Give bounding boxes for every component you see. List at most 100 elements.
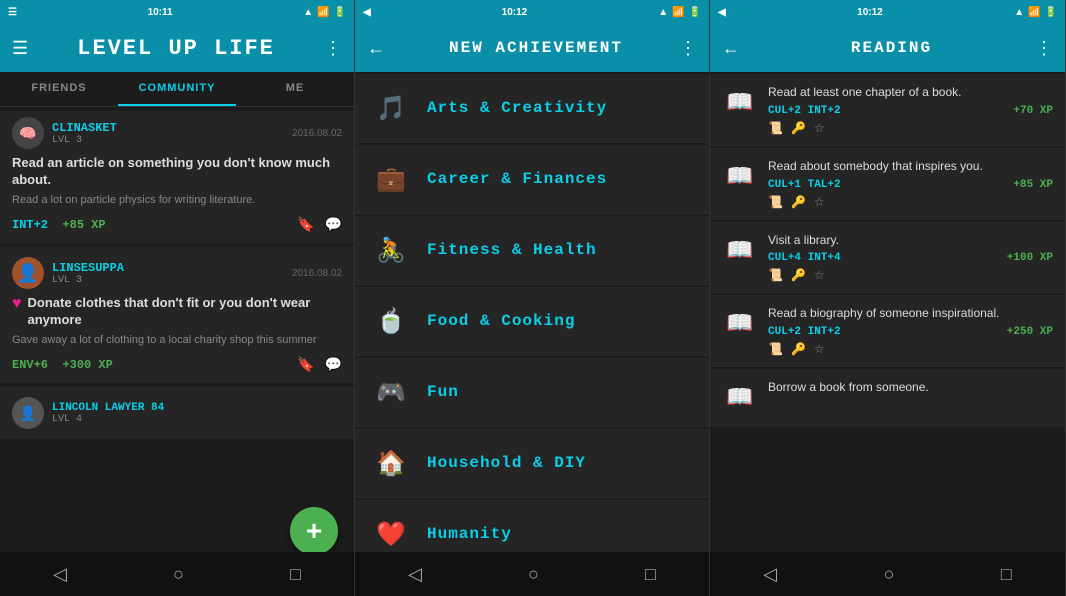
fab-button[interactable]: + bbox=[290, 507, 338, 552]
signal-icon-2: 📶 bbox=[672, 7, 684, 18]
phone-3: ◀ 10:12 ▲ 📶 🔋 ← READING ⋮ 📖 Read at leas… bbox=[710, 0, 1066, 596]
comment-icon-1[interactable]: 💬 bbox=[325, 216, 342, 233]
category-fitness[interactable]: 🚴 Fitness & Health bbox=[355, 216, 709, 285]
task-list[interactable]: 📖 Read at least one chapter of a book. C… bbox=[710, 72, 1065, 552]
feed-title-1: Read an article on something you don't k… bbox=[12, 155, 342, 189]
user-info-linsesuppa: Linsesuppa LVL 3 bbox=[52, 261, 292, 286]
back-button-2[interactable]: ← bbox=[367, 38, 385, 59]
recents-btn-3[interactable]: □ bbox=[981, 556, 1032, 593]
key-icon-1[interactable]: 🔑 bbox=[791, 121, 806, 135]
phone-2: ◀ 10:12 ▲ 📶 🔋 ← NEW ACHIEVEMENT ⋮ 🎵 Arts… bbox=[355, 0, 710, 596]
star-icon-1[interactable]: ☆ bbox=[814, 121, 825, 135]
recents-btn-1[interactable]: □ bbox=[270, 556, 321, 593]
menu-icon[interactable]: ☰ bbox=[12, 38, 28, 59]
food-label: Food & Cooking bbox=[427, 312, 575, 330]
task-actions-2: 📜 🔑 ☆ bbox=[768, 195, 1053, 209]
bottom-nav-1: ◁ ○ □ bbox=[0, 552, 354, 596]
feed-title-2: Donate clothes that don't fit or you don… bbox=[28, 295, 343, 329]
tab-community[interactable]: COMMUNITY bbox=[118, 72, 236, 106]
category-arts[interactable]: 🎵 Arts & Creativity bbox=[355, 74, 709, 143]
scroll-icon-4[interactable]: 📜 bbox=[768, 342, 783, 356]
avatar-linsesuppa: 👤 bbox=[12, 257, 44, 289]
task-content-1: Read at least one chapter of a book. CUL… bbox=[768, 84, 1053, 135]
fab-plus-icon: + bbox=[306, 515, 322, 547]
task-4[interactable]: 📖 Read a biography of someone inspiratio… bbox=[710, 295, 1065, 367]
battery-icon-2: 🔋 bbox=[689, 7, 701, 18]
feed-scroll[interactable]: 🧠 Clinasket LVL 3 2016.08.02 Read an art… bbox=[0, 107, 354, 552]
category-household[interactable]: 🏠 Household & DIY bbox=[355, 429, 709, 498]
feed-item-lincoln: 👤 Lincoln Lawyer 84 LVL 4 bbox=[0, 387, 354, 439]
recents-btn-2[interactable]: □ bbox=[625, 556, 676, 593]
wifi-icon: ▲ bbox=[303, 7, 313, 18]
humanity-icon: ❤️ bbox=[371, 514, 411, 552]
back-btn-3[interactable]: ◁ bbox=[743, 556, 797, 593]
key-icon-3[interactable]: 🔑 bbox=[791, 268, 806, 282]
task-stats-4: CUL+2 INT+2 +250 XP bbox=[768, 326, 1053, 338]
app-title: LEVEL UP LIFE bbox=[28, 36, 324, 61]
app-bar-3: ← READING ⋮ bbox=[710, 24, 1065, 72]
avatar-lincoln: 👤 bbox=[12, 397, 44, 429]
star-icon-3[interactable]: ☆ bbox=[814, 268, 825, 282]
more-icon-2[interactable]: ⋮ bbox=[679, 38, 697, 59]
task-xp-2: +85 XP bbox=[1013, 179, 1053, 191]
bookmark-icon-1[interactable]: 🔖 bbox=[297, 216, 314, 233]
task-title-5: Borrow a book from someone. bbox=[768, 379, 1053, 396]
bottom-nav-2: ◁ ○ □ bbox=[355, 552, 709, 596]
task-xp-3: +100 XP bbox=[1007, 252, 1053, 264]
tab-me[interactable]: ME bbox=[236, 72, 354, 106]
task-1[interactable]: 📖 Read at least one chapter of a book. C… bbox=[710, 74, 1065, 146]
star-icon-2[interactable]: ☆ bbox=[814, 195, 825, 209]
home-btn-2[interactable]: ○ bbox=[508, 556, 559, 593]
task-xp-1: +70 XP bbox=[1013, 105, 1053, 117]
category-career[interactable]: 💼 Career & Finances bbox=[355, 145, 709, 214]
key-icon-4[interactable]: 🔑 bbox=[791, 342, 806, 356]
task-actions-3: 📜 🔑 ☆ bbox=[768, 268, 1053, 282]
category-fun[interactable]: 🎮 Fun bbox=[355, 358, 709, 427]
status-left-3: ◀ bbox=[718, 7, 726, 18]
hamburger-icon[interactable]: ☰ bbox=[8, 7, 17, 18]
task-stat-2: CUL+1 TAL+2 bbox=[768, 179, 841, 191]
feed-actions-1: 🔖 💬 bbox=[297, 216, 342, 233]
status-bar-3: ◀ 10:12 ▲ 📶 🔋 bbox=[710, 0, 1065, 24]
status-right-3: ▲ 📶 🔋 bbox=[1014, 7, 1057, 18]
home-btn-3[interactable]: ○ bbox=[864, 556, 915, 593]
status-left-2: ◀ bbox=[363, 7, 371, 18]
task-stat-1: CUL+2 INT+2 bbox=[768, 105, 841, 117]
career-label: Career & Finances bbox=[427, 170, 607, 188]
scroll-icon-1[interactable]: 📜 bbox=[768, 121, 783, 135]
level-lincoln: LVL 4 bbox=[52, 414, 342, 425]
key-icon-2[interactable]: 🔑 bbox=[791, 195, 806, 209]
bookmark-icon-2[interactable]: 🔖 bbox=[297, 356, 314, 373]
star-icon-4[interactable]: ☆ bbox=[814, 342, 825, 356]
date-linsesuppa: 2016.08.02 bbox=[292, 268, 342, 279]
task-5[interactable]: 📖 Borrow a book from someone. bbox=[710, 369, 1065, 426]
username-clinasket: Clinasket bbox=[52, 121, 292, 135]
app-bar-1: ☰ LEVEL UP LIFE ⋮ bbox=[0, 24, 354, 72]
back-btn-1[interactable]: ◁ bbox=[33, 556, 87, 593]
app-bar-2: ← NEW ACHIEVEMENT ⋮ bbox=[355, 24, 709, 72]
scroll-icon-3[interactable]: 📜 bbox=[768, 268, 783, 282]
task-3[interactable]: 📖 Visit a library. CUL+4 INT+4 +100 XP 📜… bbox=[710, 222, 1065, 294]
household-label: Household & DIY bbox=[427, 454, 586, 472]
more-icon-1[interactable]: ⋮ bbox=[324, 38, 342, 59]
back-btn-2[interactable]: ◁ bbox=[388, 556, 442, 593]
arts-label: Arts & Creativity bbox=[427, 99, 607, 117]
wifi-icon-2: ▲ bbox=[658, 7, 668, 18]
feed-item-linsesuppa: 👤 Linsesuppa LVL 3 2016.08.02 ♥ Donate c… bbox=[0, 247, 354, 383]
fitness-label: Fitness & Health bbox=[427, 241, 597, 259]
category-humanity[interactable]: ❤️ Humanity bbox=[355, 500, 709, 552]
home-btn-1[interactable]: ○ bbox=[153, 556, 204, 593]
task-2[interactable]: 📖 Read about somebody that inspires you.… bbox=[710, 148, 1065, 220]
status-bar-1: ☰ 10:11 ▲ 📶 🔋 bbox=[0, 0, 354, 24]
back-button-3[interactable]: ← bbox=[722, 38, 740, 59]
comment-icon-2[interactable]: 💬 bbox=[325, 356, 342, 373]
tab-bar: FRIENDS COMMUNITY ME bbox=[0, 72, 354, 107]
scroll-icon-2[interactable]: 📜 bbox=[768, 195, 783, 209]
category-food[interactable]: 🍵 Food & Cooking bbox=[355, 287, 709, 356]
task-title-3: Visit a library. bbox=[768, 232, 1053, 249]
status-time-1: 10:11 bbox=[148, 7, 173, 18]
task-stats-2: CUL+1 TAL+2 +85 XP bbox=[768, 179, 1053, 191]
more-icon-3[interactable]: ⋮ bbox=[1035, 38, 1053, 59]
category-list[interactable]: 🎵 Arts & Creativity 💼 Career & Finances … bbox=[355, 72, 709, 552]
tab-friends[interactable]: FRIENDS bbox=[0, 72, 118, 106]
